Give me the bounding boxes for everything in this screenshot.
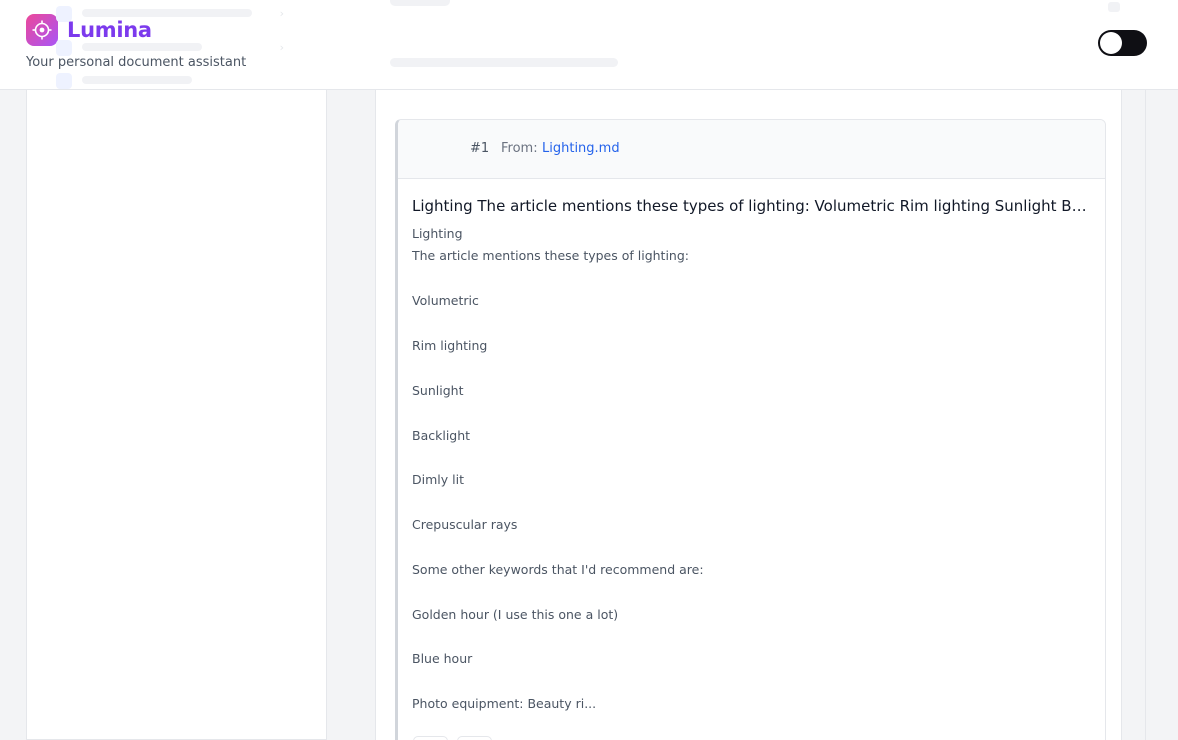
excerpt-line: Dimly lit: [412, 472, 464, 487]
excerpt-line: Backlight: [412, 428, 471, 443]
file-icon: [56, 40, 72, 56]
thumbs-up-button[interactable]: [413, 736, 448, 740]
sidebar-item: ›: [48, 1, 288, 25]
source-label: From:: [501, 141, 538, 156]
results-panel: #1 From: Lighting.md Lighting The articl…: [375, 90, 1122, 740]
sidebar-item: ›: [48, 35, 288, 59]
chevron-right-icon: ›: [279, 41, 284, 54]
ghost-icon: [1108, 2, 1120, 12]
result-title: Lighting The article mentions these type…: [412, 197, 1092, 215]
ghost-text: [390, 0, 450, 6]
excerpt-line: Rim lighting: [412, 338, 488, 353]
excerpt-line: Sunlight: [412, 383, 464, 398]
excerpt-line: Golden hour (I use this one a lot): [412, 607, 619, 622]
ghost-text: [390, 58, 618, 67]
sidebar: [26, 90, 327, 740]
excerpt-line: Some other keywords that I'd recommend a…: [412, 562, 704, 577]
excerpt-line: Volumetric: [412, 293, 479, 308]
thumbs-down-button[interactable]: [457, 736, 492, 740]
excerpt-line: Photo equipment: Beauty ri...: [412, 696, 597, 711]
result-card[interactable]: #1 From: Lighting.md Lighting The articl…: [395, 119, 1106, 740]
excerpt-line: The article mentions these types of ligh…: [412, 248, 689, 263]
theme-toggle[interactable]: [1098, 30, 1147, 56]
excerpt-line: Blue hour: [412, 651, 473, 666]
source-file-link[interactable]: Lighting.md: [542, 141, 620, 156]
result-rank: #1: [470, 141, 490, 156]
excerpt-line: Lighting: [412, 226, 463, 241]
file-icon: [56, 6, 72, 22]
sidebar-item: [48, 68, 288, 92]
ghost-text: [82, 76, 192, 84]
file-icon: [56, 73, 72, 89]
excerpt-line: Crepuscular rays: [412, 517, 518, 532]
ghost-text: [82, 43, 202, 51]
chevron-right-icon: ›: [279, 7, 284, 20]
toggle-knob: [1100, 32, 1122, 54]
result-card-header: #1 From: Lighting.md: [398, 120, 1105, 179]
ghost-text: [82, 9, 252, 17]
divider: [1145, 0, 1146, 740]
